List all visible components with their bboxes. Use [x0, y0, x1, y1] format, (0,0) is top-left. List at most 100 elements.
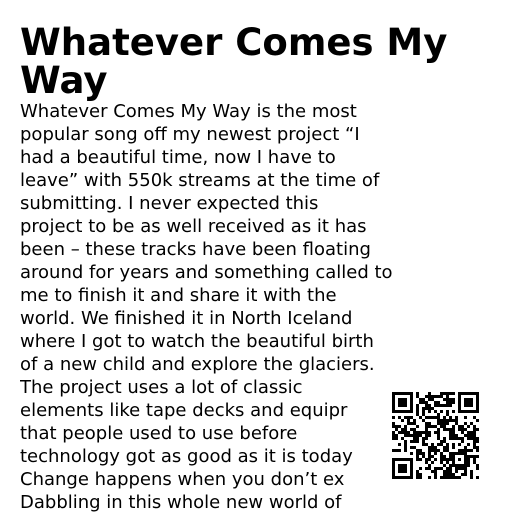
- qr-module: [458, 437, 461, 440]
- qr-module: [428, 452, 431, 455]
- qr-module: [416, 455, 419, 458]
- qr-module: [476, 476, 479, 479]
- qr-module: [458, 401, 461, 404]
- qr-module: [446, 392, 449, 395]
- qr-module: [440, 467, 443, 470]
- body-line: been – these tracks have been floating: [20, 239, 371, 260]
- qr-module: [446, 476, 449, 479]
- qr-module: [467, 410, 470, 413]
- qr-module: [413, 440, 416, 443]
- qr-module: [428, 416, 431, 419]
- qr-module: [407, 422, 410, 425]
- body-line: Dabbling in this whole new world of: [20, 492, 342, 512]
- qr-module: [464, 464, 467, 467]
- qr-module: [443, 464, 446, 467]
- qr-module: [410, 401, 413, 404]
- qr-module: [425, 407, 428, 410]
- qr-module: [410, 440, 413, 443]
- qr-module: [410, 473, 413, 476]
- qr-module: [458, 404, 461, 407]
- qr-module: [449, 434, 452, 437]
- qr-module: [458, 467, 461, 470]
- qr-module: [410, 428, 413, 431]
- qr-module: [473, 416, 476, 419]
- qr-module: [464, 467, 467, 470]
- qr-module: [440, 422, 443, 425]
- qr-module: [446, 467, 449, 470]
- qr-module: [461, 467, 464, 470]
- qr-module: [461, 449, 464, 452]
- qr-module: [422, 419, 425, 422]
- qr-module: [410, 434, 413, 437]
- qr-module: [428, 425, 431, 428]
- qr-module: [422, 443, 425, 446]
- body-line: of a new child and explore the glaciers.: [20, 354, 375, 375]
- qr-module: [410, 416, 413, 419]
- qr-module: [401, 392, 404, 395]
- qr-module: [407, 431, 410, 434]
- qr-module: [437, 437, 440, 440]
- qr-module: [458, 425, 461, 428]
- qr-module: [470, 434, 473, 437]
- qr-module: [413, 428, 416, 431]
- qr-module: [452, 461, 455, 464]
- qr-module: [452, 473, 455, 476]
- qr-module: [398, 467, 401, 470]
- qr-module: [401, 401, 404, 404]
- qr-module: [395, 458, 398, 461]
- qr-module: [443, 476, 446, 479]
- document-page: Whatever Comes My Way Whatever Comes My …: [0, 0, 512, 512]
- qr-module: [473, 392, 476, 395]
- qr-module: [470, 476, 473, 479]
- qr-module: [431, 446, 434, 449]
- qr-module: [434, 401, 437, 404]
- qr-module: [443, 416, 446, 419]
- qr-module: [401, 410, 404, 413]
- qr-module: [425, 401, 428, 404]
- qr-module: [443, 425, 446, 428]
- qr-module: [392, 398, 395, 401]
- qr-module: [440, 425, 443, 428]
- qr-module: [392, 404, 395, 407]
- qr-module: [437, 431, 440, 434]
- qr-module: [392, 470, 395, 473]
- qr-module: [431, 395, 434, 398]
- qr-module: [392, 425, 395, 428]
- qr-module: [431, 470, 434, 473]
- qr-module: [410, 407, 413, 410]
- qr-module: [434, 452, 437, 455]
- qr-module: [449, 404, 452, 407]
- qr-module: [425, 422, 428, 425]
- qr-module: [449, 458, 452, 461]
- qr-module: [449, 467, 452, 470]
- qr-module: [404, 470, 407, 473]
- qr-module: [476, 437, 479, 440]
- qr-module: [461, 392, 464, 395]
- qr-module: [416, 431, 419, 434]
- qr-module: [464, 446, 467, 449]
- qr-module: [443, 449, 446, 452]
- qr-module: [419, 476, 422, 479]
- qr-module: [443, 455, 446, 458]
- qr-module: [413, 437, 416, 440]
- qr-module: [416, 395, 419, 398]
- qr-module: [464, 434, 467, 437]
- qr-module: [473, 458, 476, 461]
- qr-module: [428, 449, 431, 452]
- qr-module: [467, 398, 470, 401]
- qr-module: [455, 419, 458, 422]
- qr-module: [392, 434, 395, 437]
- qr-module: [404, 431, 407, 434]
- qr-module: [410, 446, 413, 449]
- qr-module: [473, 428, 476, 431]
- qr-module: [407, 434, 410, 437]
- body-line: world. We finished it in North Iceland: [20, 308, 353, 329]
- qr-module: [437, 401, 440, 404]
- qr-module: [476, 467, 479, 470]
- qr-module: [407, 458, 410, 461]
- qr-module: [413, 446, 416, 449]
- qr-module: [452, 476, 455, 479]
- qr-module: [443, 404, 446, 407]
- qr-module: [434, 476, 437, 479]
- qr-module: [452, 464, 455, 467]
